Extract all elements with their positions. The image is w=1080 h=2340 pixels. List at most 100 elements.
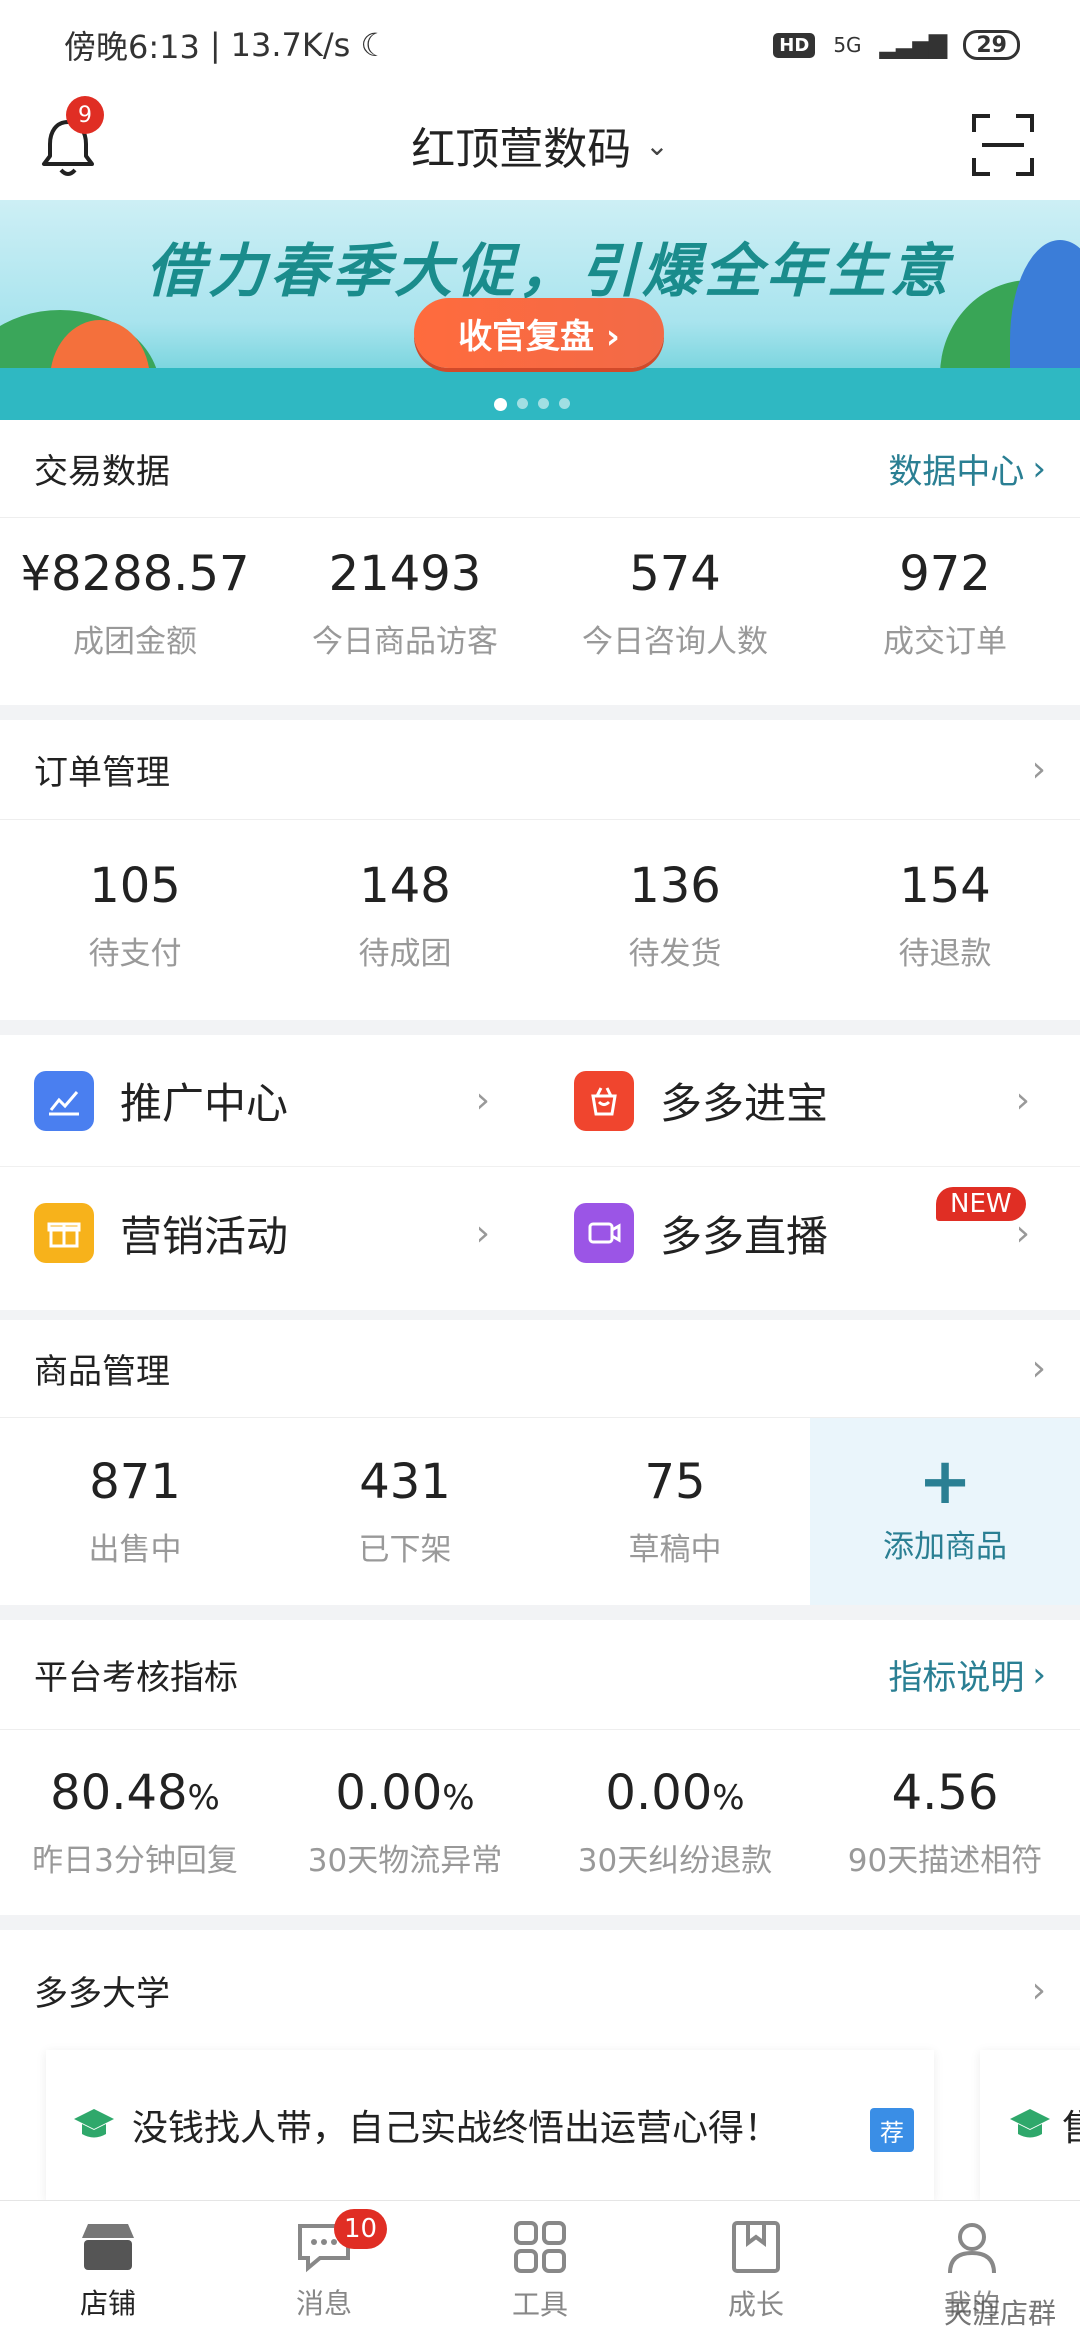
stat-item[interactable]: 75 草稿中	[540, 1418, 810, 1605]
stat-label: 出售中	[88, 1532, 182, 1568]
stat-label: 今日咨询人数	[582, 623, 768, 660]
top-header: 9 红顶萱数码 ⌄	[0, 90, 1080, 200]
stat-label: 90天描述相符	[847, 1843, 1043, 1879]
user-icon	[948, 2222, 996, 2273]
video-icon	[574, 1203, 634, 1263]
pagination-dot	[494, 398, 507, 411]
stat-item[interactable]: 105 待支付	[0, 820, 270, 1010]
gift-icon	[34, 1203, 94, 1263]
stat-item[interactable]: 136 待发货	[540, 820, 810, 1010]
stat-value: 75	[644, 1454, 706, 1510]
card-header: 交易数据 数据中心 ›	[0, 420, 1080, 518]
card-header[interactable]: 商品管理 ›	[0, 1320, 1080, 1418]
status-left: 傍晚6:13 | 13.7K/s ☾	[64, 22, 389, 68]
link-label: 数据中心	[888, 452, 1025, 492]
add-product-label: 添加商品	[883, 1529, 1007, 1565]
store-icon	[82, 2223, 134, 2270]
stat-item[interactable]: 4.56 90天描述相符	[810, 1730, 1080, 1915]
card-title: 订单管理	[34, 753, 170, 793]
stat-value: 105	[89, 857, 181, 914]
shop-name: 红顶萱数码	[411, 124, 632, 175]
tab-growth[interactable]: 成长	[648, 2201, 864, 2340]
status-right: HD 5G ▂▃▅▇ 29	[773, 30, 1020, 60]
stat-value: 871	[89, 1454, 181, 1510]
moon-icon: ☾	[360, 26, 390, 64]
metric-number: 4.56	[891, 1765, 999, 1821]
product-stats: 871 出售中 431 已下架 75 草稿中 + 添加商品	[0, 1418, 1080, 1605]
product-management-card: 商品管理 › 871 出售中 431 已下架 75 草稿中 + 添加商品	[0, 1320, 1080, 1605]
pagination-dot	[559, 398, 570, 409]
stat-value: 80.48%	[50, 1765, 220, 1821]
stat-label: 今日商品访客	[312, 623, 498, 660]
stat-value: 972	[899, 545, 991, 602]
chevron-right-icon: ›	[475, 1212, 490, 1254]
grid-icon	[514, 2220, 566, 2273]
chevron-down-icon: ⌄	[645, 128, 669, 162]
metrics-info-link[interactable]: 指标说明 ›	[888, 1650, 1046, 1699]
menu-item-promote[interactable]: 推广中心 ›	[0, 1035, 540, 1166]
banner-cta-button[interactable]: 收官复盘 ›	[414, 298, 664, 368]
metric-stats: 80.48% 昨日3分钟回复 0.00% 30天物流异常 0.00% 30天纠纷退款 …	[0, 1730, 1080, 1915]
card-header: 平台考核指标 指标说明 ›	[0, 1620, 1080, 1730]
tab-tools[interactable]: 工具	[432, 2201, 648, 2340]
recommend-tag: 荐	[870, 2108, 914, 2152]
stat-item[interactable]: 0.00% 30天纠纷退款	[540, 1730, 810, 1915]
chevron-right-icon: ›	[1015, 1212, 1030, 1254]
stat-item[interactable]: 80.48% 昨日3分钟回复	[0, 1730, 270, 1915]
course-card[interactable]: 售	[980, 2050, 1080, 2200]
stat-label: 待退款	[898, 935, 992, 972]
stat-value: 154	[899, 857, 991, 914]
stat-label: 待成团	[358, 935, 452, 972]
stat-item[interactable]: 154 待退款	[810, 820, 1080, 1010]
add-product-button[interactable]: + 添加商品	[810, 1418, 1080, 1605]
stat-item[interactable]: 972 成交订单	[810, 518, 1080, 688]
stat-value: 21493	[328, 545, 482, 602]
banner-pagination	[494, 398, 570, 411]
card-title: 交易数据	[34, 452, 170, 492]
graduation-cap-icon	[74, 2109, 114, 2138]
status-divider: |	[209, 26, 221, 64]
card-title: 平台考核指标	[34, 1658, 238, 1698]
stat-item[interactable]: 431 已下架	[270, 1418, 540, 1605]
card-header[interactable]: 订单管理 ›	[0, 720, 1080, 820]
graduation-cap-icon	[1010, 2109, 1050, 2138]
shop-selector[interactable]: 红顶萱数码 ⌄	[411, 113, 668, 177]
signal-icon: ▂▃▅▇	[879, 31, 948, 59]
menu-row: 营销活动 › 多多直播 NEW ›	[0, 1167, 1080, 1299]
stat-item[interactable]: 574 今日咨询人数	[540, 518, 810, 688]
card-header[interactable]: 多多大学 ›	[0, 1930, 1080, 2050]
promo-banner[interactable]: 借力春季大促，引爆全年生意 收官复盘 ›	[0, 200, 1080, 420]
menu-item-marketing[interactable]: 营销活动 ›	[0, 1167, 540, 1299]
stat-item[interactable]: 871 出售中	[0, 1418, 270, 1605]
order-management-card: 订单管理 › 105 待支付 148 待成团 136 待发货 154 待退款	[0, 720, 1080, 1020]
scan-icon[interactable]	[970, 112, 1036, 178]
course-title: 没钱找人带，自己实战终悟出运营心得！	[132, 2108, 781, 2149]
metric-number: 0.00	[605, 1765, 713, 1821]
menu-row: 推广中心 › 多多进宝 ›	[0, 1035, 1080, 1167]
menu-item-duoduo-bao[interactable]: 多多进宝 ›	[540, 1035, 1080, 1166]
tab-messages[interactable]: 消息 10	[216, 2201, 432, 2340]
menu-item-live[interactable]: 多多直播 NEW ›	[540, 1167, 1080, 1299]
course-card[interactable]: 没钱找人带，自己实战终悟出运营心得！ 荐	[46, 2050, 934, 2200]
stat-item[interactable]: 0.00% 30天物流异常	[270, 1730, 540, 1915]
menu-label: 营销活动	[120, 1211, 289, 1261]
data-center-link[interactable]: 数据中心 ›	[888, 444, 1046, 493]
metric-number: 80.48	[50, 1765, 188, 1821]
stat-value: 136	[629, 857, 721, 914]
chevron-right-icon: ›	[1031, 749, 1046, 790]
chevron-right-icon: ›	[475, 1080, 490, 1121]
trade-data-card: 交易数据 数据中心 › ¥8288.57 成团金额 21493 今日商品访客 574 今…	[0, 420, 1080, 705]
stat-item[interactable]: 148 待成团	[270, 820, 540, 1010]
stat-item[interactable]: ¥8288.57 成团金额	[0, 518, 270, 688]
plus-icon: +	[918, 1445, 972, 1519]
new-badge: NEW	[936, 1187, 1026, 1221]
stat-label: 待发货	[628, 935, 722, 972]
tab-shop[interactable]: 店铺	[0, 2201, 216, 2340]
chevron-right-icon: ›	[1032, 448, 1046, 489]
network-label: 5G	[833, 33, 862, 57]
stat-item[interactable]: 21493 今日商品访客	[270, 518, 540, 688]
book-icon	[732, 2220, 780, 2273]
stat-label: 30天纠纷退款	[577, 1843, 773, 1879]
stat-value: 574	[629, 545, 721, 602]
stat-label: 待支付	[88, 935, 182, 972]
